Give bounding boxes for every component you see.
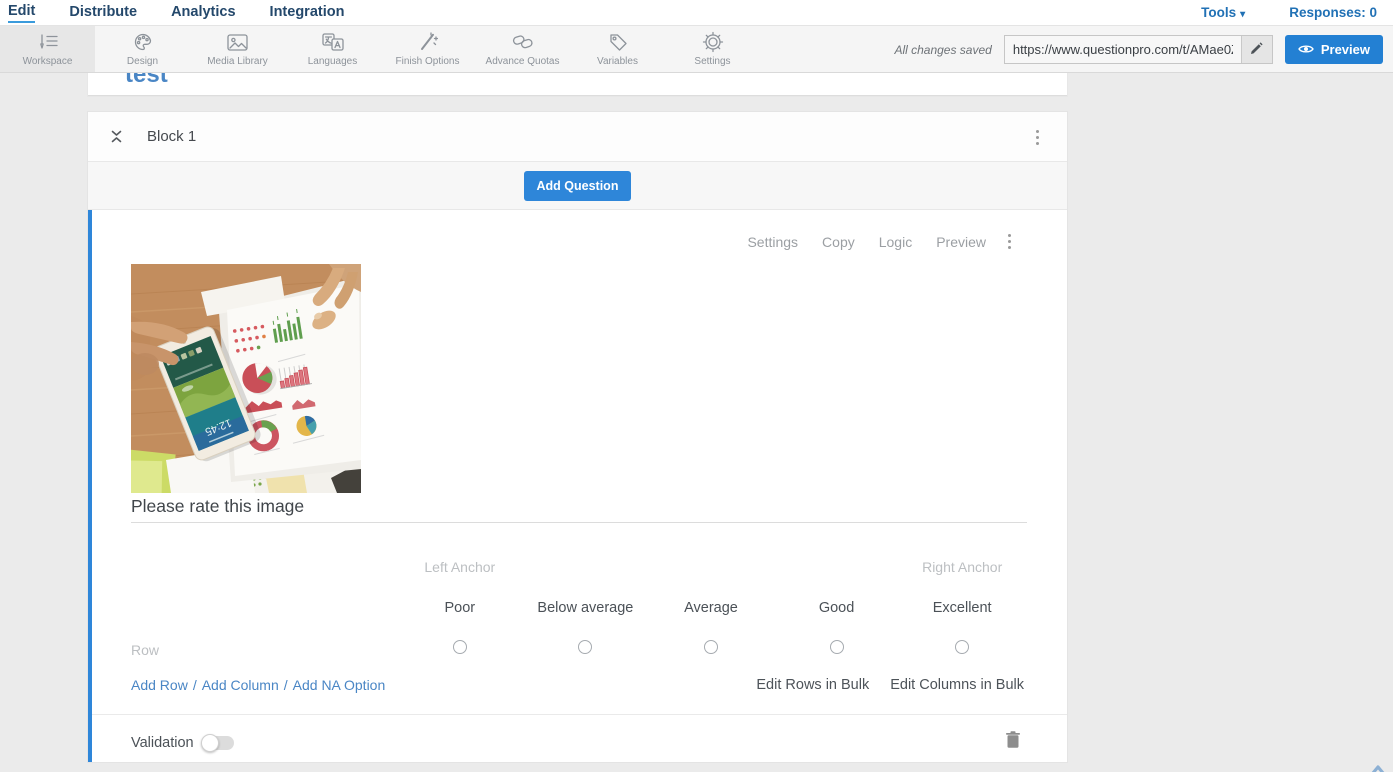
- toolbar-item-label: Advance Quotas: [486, 56, 560, 67]
- question-copy-link[interactable]: Copy: [822, 234, 855, 250]
- workspace-icon: [37, 32, 59, 53]
- toolbar-item-design[interactable]: Design: [95, 26, 190, 72]
- link-separator: /: [284, 677, 288, 693]
- nav-tab-distribute[interactable]: Distribute: [69, 4, 137, 22]
- block-title[interactable]: Block 1: [147, 128, 196, 145]
- right-anchor-input[interactable]: Right Anchor: [922, 559, 1002, 575]
- magic-wand-icon: [418, 32, 438, 53]
- preview-label: Preview: [1321, 42, 1370, 57]
- palette-icon: [133, 32, 153, 53]
- validation-toggle[interactable]: [204, 736, 234, 750]
- question-text-underline: [131, 522, 1027, 523]
- save-status: All changes saved: [894, 43, 991, 57]
- add-question-button[interactable]: Add Question: [524, 171, 632, 201]
- rating-radio[interactable]: [955, 640, 969, 654]
- block-menu-icon[interactable]: [1032, 126, 1043, 149]
- toolbar-item-media-library[interactable]: Media Library: [190, 26, 285, 72]
- toolbar-item-label: Design: [127, 56, 158, 67]
- tag-icon: [608, 32, 628, 53]
- row-label-input[interactable]: Row: [131, 642, 159, 658]
- rating-radio[interactable]: [453, 640, 467, 654]
- eye-icon: [1298, 42, 1314, 57]
- bulk-links: Edit Rows in Bulk Edit Columns in Bulk: [756, 677, 1024, 693]
- nav-right: Tools ▾ Responses: 0: [1201, 5, 1393, 20]
- chain-link-icon: [512, 32, 534, 53]
- rating-radio[interactable]: [830, 640, 844, 654]
- add-column-link[interactable]: Add Column: [202, 677, 279, 693]
- question-actions: Settings Copy Logic Preview: [747, 230, 1015, 253]
- nav-tab-edit[interactable]: Edit: [8, 3, 35, 23]
- toolbar-item-label: Finish Options: [396, 56, 460, 67]
- question-image[interactable]: 12:45: [131, 264, 361, 493]
- validation-row: Validation: [131, 732, 234, 754]
- toolbar-item-label: Variables: [597, 56, 638, 67]
- toolbar-item-label: Settings: [694, 56, 730, 67]
- question-card: Settings Copy Logic Preview: [88, 210, 1067, 762]
- question-preview-link[interactable]: Preview: [936, 234, 986, 250]
- link-separator: /: [193, 677, 197, 693]
- edit-url-button[interactable]: [1241, 36, 1272, 63]
- add-row-link[interactable]: Add Row: [131, 677, 188, 693]
- toolbar-item-settings[interactable]: Settings: [665, 26, 760, 72]
- toggle-knob: [201, 734, 219, 752]
- footer-divider: [92, 714, 1067, 715]
- preview-button[interactable]: Preview: [1285, 35, 1383, 64]
- column-header[interactable]: Below average: [537, 600, 633, 616]
- delete-question-icon[interactable]: [1006, 731, 1020, 753]
- nav-tab-integration[interactable]: Integration: [270, 4, 345, 22]
- row-column-links: Add Row / Add Column / Add NA Option: [131, 677, 385, 693]
- block-header: Block 1: [88, 112, 1067, 162]
- nav-tabs: Edit Distribute Analytics Integration: [0, 3, 344, 23]
- question-text[interactable]: Please rate this image: [131, 496, 304, 517]
- column-header[interactable]: Average: [684, 600, 738, 616]
- collapse-block-icon[interactable]: [110, 128, 123, 145]
- rating-radio[interactable]: [578, 640, 592, 654]
- tools-label: Tools: [1201, 5, 1236, 20]
- question-settings-link[interactable]: Settings: [747, 234, 798, 250]
- toolbar-item-label: Languages: [308, 56, 358, 67]
- survey-url-box: [1004, 35, 1273, 64]
- anchor-row: Left Anchor Right Anchor: [397, 559, 1025, 577]
- column-header[interactable]: Poor: [444, 600, 475, 616]
- top-nav: Edit Distribute Analytics Integration To…: [0, 0, 1393, 26]
- pencil-icon: [1250, 42, 1263, 58]
- column-headers: Poor Below average Average Good Excellen…: [397, 599, 1025, 617]
- edit-columns-bulk-link[interactable]: Edit Columns in Bulk: [890, 677, 1024, 693]
- gear-icon: [702, 32, 724, 53]
- survey-title-card: test: [88, 72, 1067, 96]
- toolbar-item-label: Media Library: [207, 56, 268, 67]
- translate-icon: [322, 32, 344, 53]
- question-logic-link[interactable]: Logic: [879, 234, 912, 250]
- toolbar-item-label: Workspace: [23, 56, 73, 67]
- responses-link[interactable]: Responses: 0: [1289, 5, 1377, 20]
- survey-url-input[interactable]: [1005, 36, 1241, 63]
- validation-label: Validation: [131, 735, 194, 751]
- image-icon: [227, 32, 248, 53]
- column-header[interactable]: Good: [819, 600, 854, 616]
- toolbar-item-languages[interactable]: Languages: [285, 26, 380, 72]
- survey-title[interactable]: test: [125, 72, 168, 88]
- toolbar-item-variables[interactable]: Variables: [570, 26, 665, 72]
- tools-menu[interactable]: Tools ▾: [1201, 5, 1245, 20]
- radio-row: [397, 640, 1025, 659]
- add-na-option-link[interactable]: Add NA Option: [293, 677, 386, 693]
- block-card: Block 1 Add Question Settings Copy Logic…: [88, 112, 1067, 762]
- toolbar: Workspace Design Media Library Languages…: [0, 26, 1393, 73]
- toolbar-item-finish-options[interactable]: Finish Options: [380, 26, 475, 72]
- toolbar-item-advance-quotas[interactable]: Advance Quotas: [475, 26, 570, 72]
- nav-tab-analytics[interactable]: Analytics: [171, 4, 235, 22]
- column-header[interactable]: Excellent: [933, 600, 992, 616]
- add-question-bar: Add Question: [88, 162, 1067, 210]
- rating-radio[interactable]: [704, 640, 718, 654]
- toolbar-item-workspace[interactable]: Workspace: [0, 26, 95, 72]
- scroll-top-icon[interactable]: [1363, 757, 1393, 772]
- edit-rows-bulk-link[interactable]: Edit Rows in Bulk: [756, 677, 869, 693]
- caret-down-icon: ▾: [1240, 9, 1245, 20]
- left-anchor-input[interactable]: Left Anchor: [424, 559, 495, 575]
- question-menu-icon[interactable]: [1004, 230, 1015, 253]
